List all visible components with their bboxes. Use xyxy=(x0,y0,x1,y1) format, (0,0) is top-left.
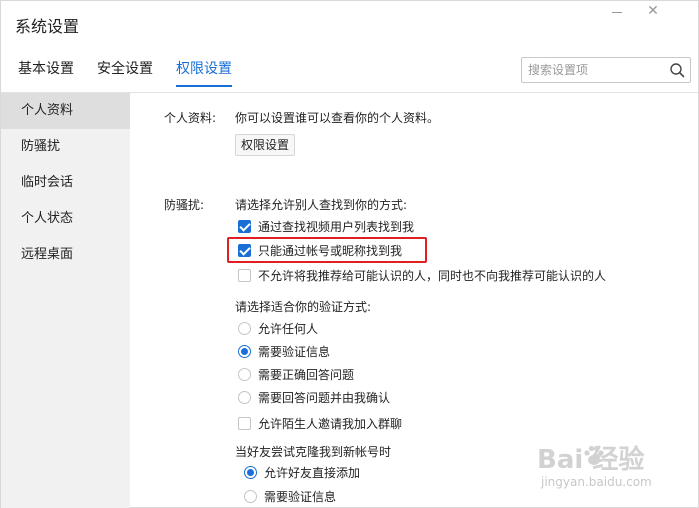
checkbox-label: 允许陌生人邀请我加入群聊 xyxy=(258,417,403,431)
search-box[interactable] xyxy=(521,57,691,83)
find-method-prompt: 请选择允许别人查找到你的方式: xyxy=(235,198,408,212)
watermark-site: jingyan.baidu.com xyxy=(541,475,652,489)
search-input[interactable] xyxy=(528,61,663,79)
permission-settings-button[interactable]: 权限设置 xyxy=(235,134,296,156)
sidebar-item-status[interactable]: 个人状态 xyxy=(1,201,130,237)
close-icon[interactable]: ✕ xyxy=(644,2,662,20)
radio-button[interactable] xyxy=(238,368,251,381)
tab-security-settings[interactable]: 安全设置 xyxy=(97,59,153,87)
sidebar: 个人资料 防骚扰 临时会话 个人状态 远程桌面 xyxy=(1,93,130,508)
highlight-box xyxy=(227,237,427,263)
radio-label: 需要回答问题并由我确认 xyxy=(258,391,391,405)
radio-button[interactable] xyxy=(238,391,251,404)
radio-label: 需要验证信息 xyxy=(258,345,331,359)
checkbox-label: 通过查找视频用户列表找到我 xyxy=(258,220,415,234)
radio-button[interactable] xyxy=(238,322,251,335)
checkbox[interactable] xyxy=(238,417,251,430)
tab-basic-settings[interactable]: 基本设置 xyxy=(18,59,74,87)
profile-section-label: 个人资料: xyxy=(164,111,217,125)
radio-label: 需要验证信息 xyxy=(264,490,337,504)
sidebar-item-temp-chat[interactable]: 临时会话 xyxy=(1,165,130,201)
settings-window: 系统设置 ✕ 基本设置 安全设置 权限设置 个人资料 防骚扰 临时会话 个人状态… xyxy=(0,0,699,508)
tab-permission-settings[interactable]: 权限设置 xyxy=(176,59,232,87)
minimize-icon[interactable] xyxy=(608,4,626,18)
radio-label: 允许任何人 xyxy=(258,322,319,336)
checkbox-label: 不允许将我推荐给可能认识的人，同时也不向我推荐可能认识的人 xyxy=(258,269,607,283)
radio-label: 允许好友直接添加 xyxy=(264,466,361,480)
clone-prompt: 当好友尝试克隆我到新帐号时 xyxy=(235,445,392,459)
title-bar: 系统设置 ✕ xyxy=(1,1,698,46)
watermark: Bai 经验 jingyan.baidu.com xyxy=(537,439,687,495)
radio-label: 需要正确回答问题 xyxy=(258,368,355,382)
checkbox[interactable] xyxy=(238,269,251,282)
profile-description: 你可以设置谁可以查看你的个人资料。 xyxy=(235,111,440,125)
sidebar-item-anti-harass[interactable]: 防骚扰 xyxy=(1,129,130,165)
paw-icon xyxy=(584,445,604,465)
sidebar-item-profile[interactable]: 个人资料 xyxy=(1,93,130,129)
radio-button[interactable] xyxy=(244,466,257,479)
radio-button[interactable] xyxy=(238,345,251,358)
search-icon[interactable] xyxy=(669,62,685,78)
verify-method-prompt: 请选择适合你的验证方式: xyxy=(235,300,372,314)
window-title: 系统设置 xyxy=(15,17,80,36)
checkbox[interactable] xyxy=(238,220,251,233)
sidebar-item-remote-desktop[interactable]: 远程桌面 xyxy=(1,237,130,273)
radio-button[interactable] xyxy=(244,490,257,503)
anti-harass-section-label: 防骚扰: xyxy=(164,198,205,212)
